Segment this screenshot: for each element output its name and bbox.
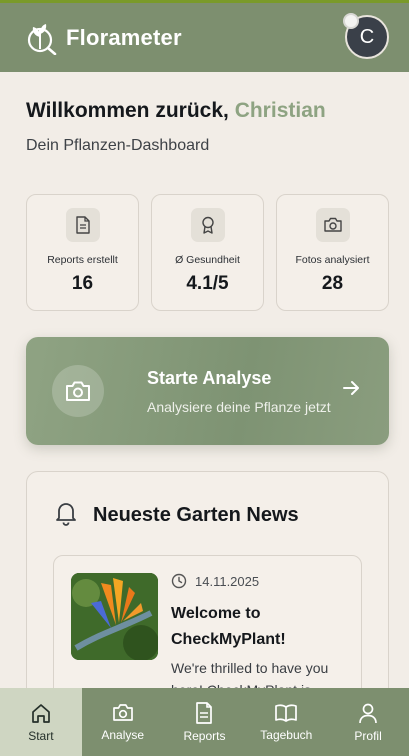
camera-icon bbox=[52, 365, 104, 417]
home-icon bbox=[32, 703, 50, 723]
dashboard-subtitle: Dein Pflanzen-Dashboard bbox=[26, 137, 210, 154]
stat-label: Fotos analysiert bbox=[295, 254, 370, 266]
stat-card-photos[interactable]: Fotos analysiert 28 bbox=[276, 194, 389, 311]
nav-item-start[interactable]: Start bbox=[0, 688, 82, 756]
bell-icon bbox=[53, 500, 79, 531]
news-title: Neueste Garten News bbox=[93, 504, 299, 526]
user-icon bbox=[359, 703, 377, 723]
book-icon bbox=[275, 703, 298, 722]
nav-item-reports[interactable]: Reports bbox=[164, 688, 246, 756]
cta-subtitle: Analysiere deine Pflanze jetzt bbox=[147, 398, 331, 415]
welcome-user-name: Christian bbox=[234, 99, 326, 122]
welcome-greeting: Willkommen zurück, bbox=[26, 99, 235, 122]
news-date: 14.11.2025 bbox=[171, 573, 259, 589]
stat-value: 28 bbox=[321, 273, 344, 294]
nav-label: Profil bbox=[354, 728, 382, 743]
bottom-navigation: Start Analyse Reports Tagebuch Profil bbox=[0, 688, 409, 756]
nav-item-tagebuch[interactable]: Tagebuch bbox=[245, 688, 327, 756]
avatar-initial: C bbox=[359, 25, 375, 48]
award-icon bbox=[190, 208, 225, 242]
arrow-right-icon bbox=[341, 378, 361, 403]
cta-title: Starte Analyse bbox=[147, 367, 272, 388]
camera-icon bbox=[315, 208, 350, 242]
avatar[interactable]: C bbox=[343, 13, 389, 59]
news-image-bird-of-paradise bbox=[71, 573, 158, 660]
nav-label: Start bbox=[28, 728, 54, 743]
stat-card-reports[interactable]: Reports erstellt 16 bbox=[26, 194, 139, 311]
news-headline: Welcome to CheckMyPlant! bbox=[171, 605, 286, 648]
sprout-logo-icon bbox=[24, 20, 60, 56]
nav-label: Reports bbox=[183, 728, 226, 743]
stat-label: Reports erstellt bbox=[47, 254, 118, 266]
nav-item-analyse[interactable]: Analyse bbox=[82, 688, 164, 756]
stat-value: 4.1/5 bbox=[186, 273, 229, 294]
notification-dot bbox=[343, 13, 359, 29]
stat-card-health[interactable]: Ø Gesundheit 4.1/5 bbox=[151, 194, 264, 311]
nav-item-profil[interactable]: Profil bbox=[327, 688, 409, 756]
welcome-heading: Willkommen zurück, Christian bbox=[26, 99, 326, 123]
stat-value: 16 bbox=[71, 273, 94, 294]
app-header: Florameter C bbox=[0, 3, 409, 72]
app-title: Florameter bbox=[66, 24, 182, 50]
camera-icon bbox=[112, 703, 133, 721]
news-date-text: 14.11.2025 bbox=[195, 573, 260, 589]
document-icon bbox=[65, 208, 100, 242]
stats-row: Reports erstellt 16 Ø Gesundheit 4.1/5 F… bbox=[26, 194, 389, 311]
document-icon bbox=[196, 701, 213, 724]
start-analysis-button[interactable]: Starte Analyse Analysiere deine Pflanze … bbox=[26, 337, 389, 445]
stat-label: Ø Gesundheit bbox=[175, 254, 240, 266]
nav-label: Tagebuch bbox=[260, 727, 313, 742]
nav-label: Analyse bbox=[101, 727, 145, 742]
clock-icon bbox=[171, 573, 187, 589]
